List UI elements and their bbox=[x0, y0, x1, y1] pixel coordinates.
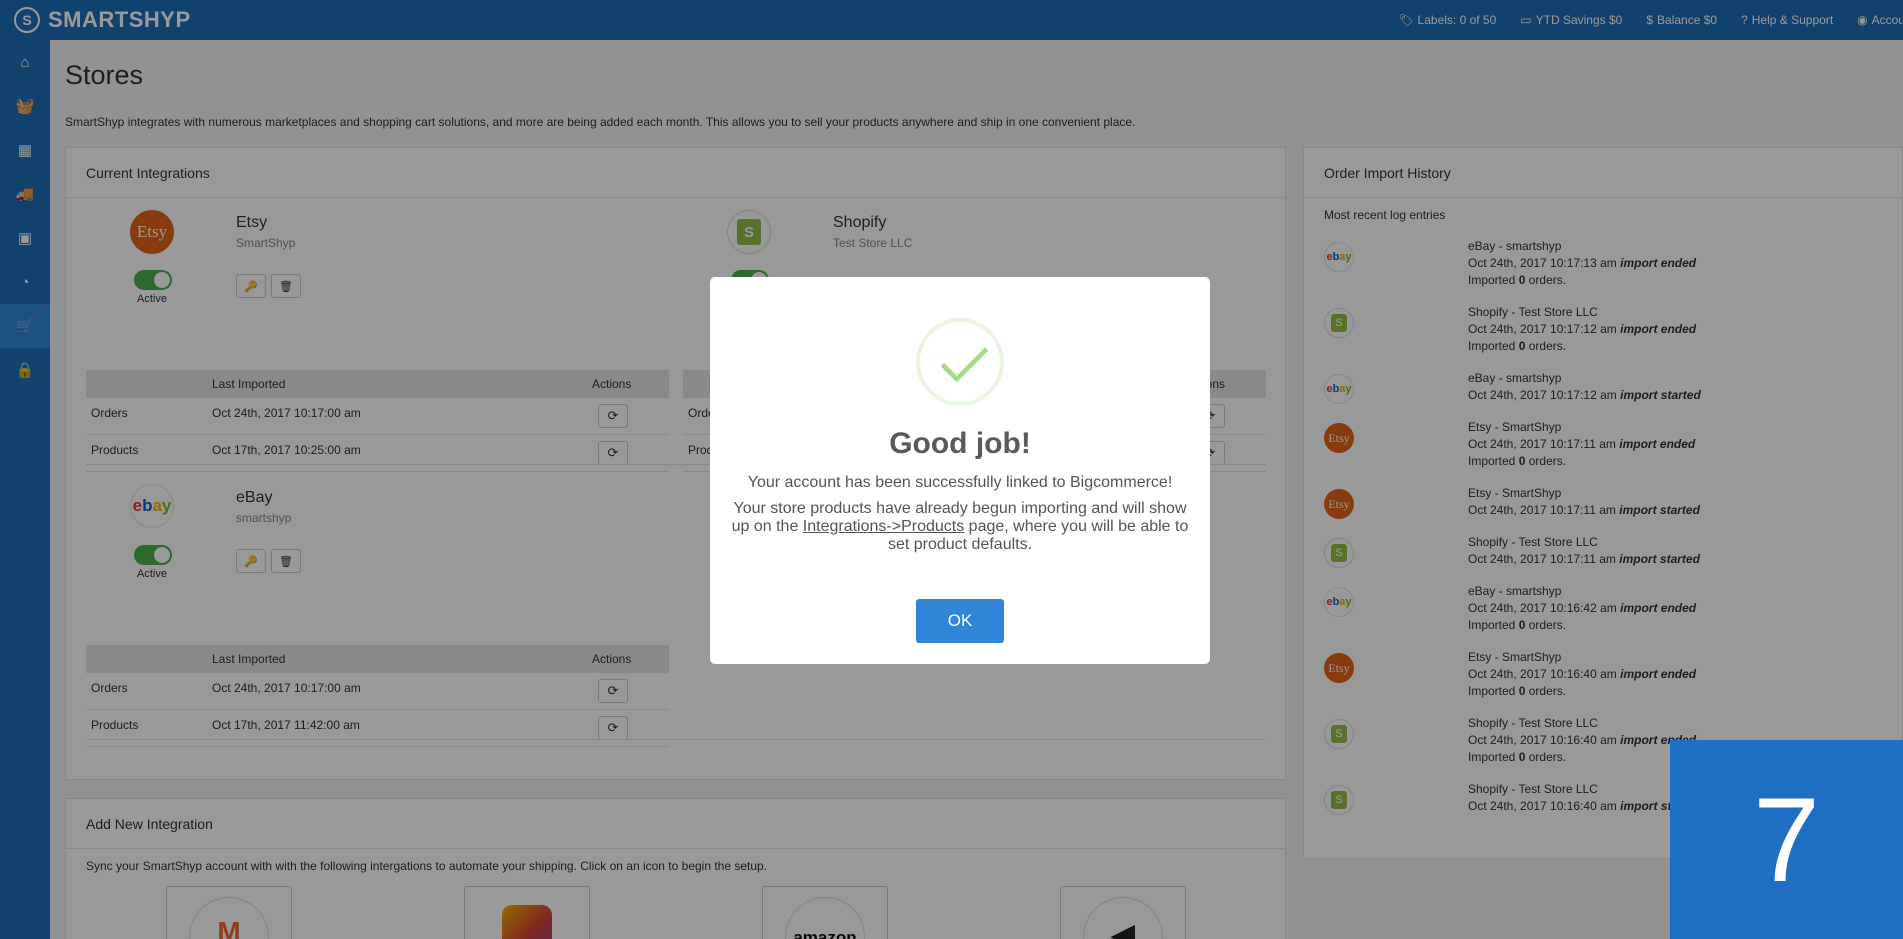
dialog-detail: Your store products have already begun i… bbox=[730, 500, 1190, 554]
integrations-products-link[interactable]: Integrations->Products bbox=[803, 518, 964, 535]
success-check-icon bbox=[916, 318, 1004, 406]
step-number-badge: 7 bbox=[1670, 740, 1903, 939]
dialog-message: Your account has been successfully linke… bbox=[747, 474, 1173, 491]
success-dialog: Good job! Your account has been successf… bbox=[710, 277, 1210, 664]
ok-button[interactable]: OK bbox=[916, 599, 1004, 643]
dialog-title: Good job! bbox=[889, 427, 1031, 460]
